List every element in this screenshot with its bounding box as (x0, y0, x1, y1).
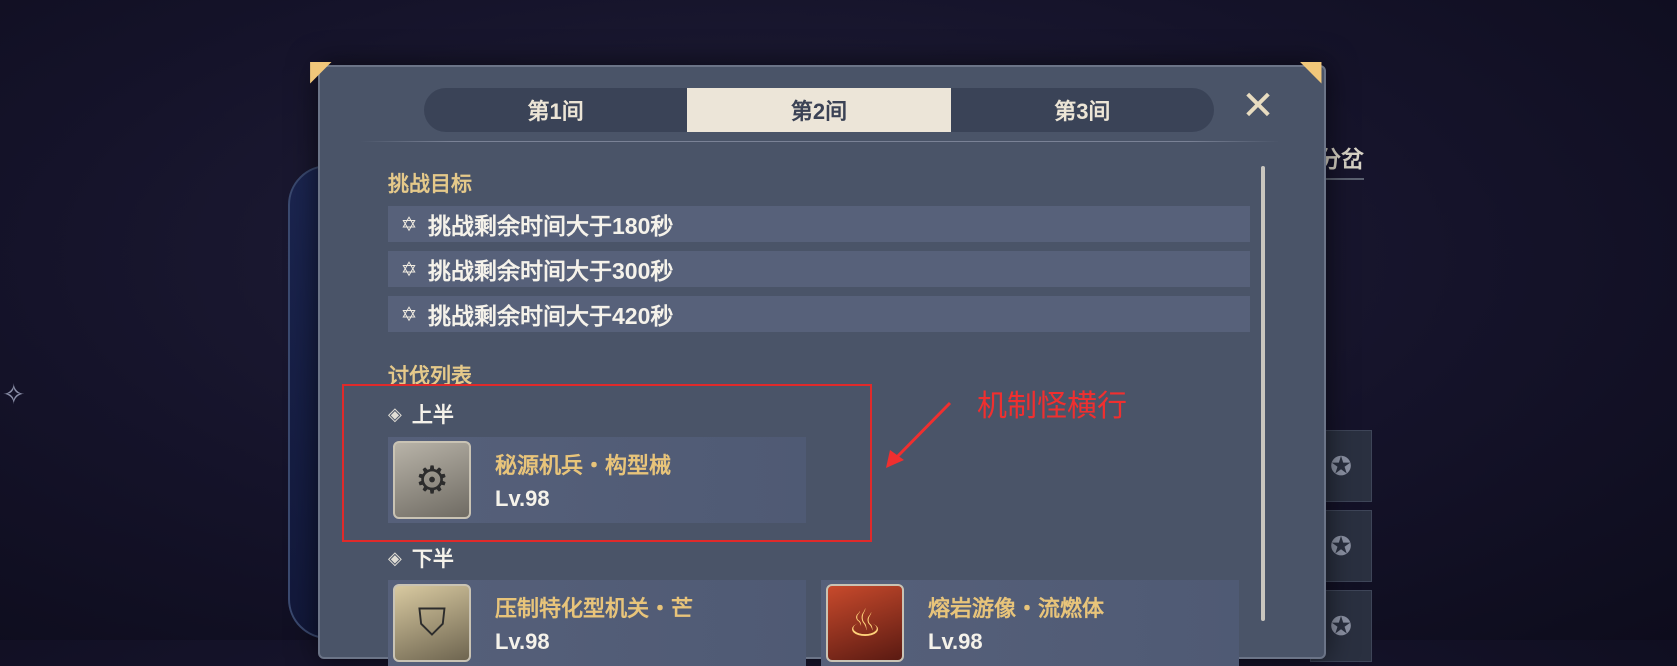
annotation-arrow-icon (886, 401, 952, 468)
corner-ornament-icon: ◥ (1300, 55, 1322, 86)
star-icon: ✡ (400, 303, 418, 326)
goal-row: ✡ 挑战剩余时间大于180秒 (388, 206, 1250, 242)
enemy-level: Lv.98 (928, 629, 983, 654)
enemy-card[interactable]: ⛉ 压制特化型机关・芒 Lv.98 (388, 580, 806, 666)
enemy-level: Lv.98 (495, 629, 550, 654)
goal-text: 挑战剩余时间大于420秒 (428, 303, 674, 329)
tab-chamber-1[interactable]: 第1间 (424, 88, 687, 132)
enemy-name: 熔岩游像・流燃体 (928, 596, 1105, 621)
goal-text: 挑战剩余时间大于180秒 (428, 213, 674, 239)
goal-row: ✡ 挑战剩余时间大于420秒 (388, 296, 1250, 332)
tab-chamber-2[interactable]: 第2间 (687, 88, 951, 132)
chamber-tabs: 第1间 第2间 第3间 (424, 88, 1214, 132)
second-half-label: 下半 (411, 548, 454, 571)
star-icon: ✡ (400, 258, 418, 281)
enemy-card[interactable]: ♨ 熔岩游像・流燃体 Lv.98 (821, 580, 1239, 666)
star-icon: ✡ (400, 213, 418, 236)
annotation-text: 机制怪横行 (977, 390, 1127, 423)
enemy-name: 压制特化型机关・芒 (495, 596, 694, 621)
close-icon: ✕ (1241, 84, 1275, 128)
mech-icon: ⛉ (393, 584, 471, 662)
diamond-icon: ◈ (388, 547, 402, 568)
background-star-icon: ✧ (2, 379, 26, 410)
annotation-highlight-box (342, 384, 872, 542)
goal-text: 挑战剩余时间大于300秒 (428, 258, 674, 284)
goal-row: ✡ 挑战剩余时间大于300秒 (388, 251, 1250, 287)
lava-icon: ♨ (826, 584, 904, 662)
close-button[interactable]: ✕ (1236, 84, 1280, 128)
goals-title: 挑战目标 (388, 173, 472, 196)
tab-chamber-3[interactable]: 第3间 (951, 88, 1214, 132)
corner-ornament-icon: ◤ (310, 55, 332, 86)
second-half-header: ◈ 下半 (388, 543, 454, 573)
scrollbar[interactable] (1261, 166, 1265, 621)
header-divider (360, 141, 1280, 142)
